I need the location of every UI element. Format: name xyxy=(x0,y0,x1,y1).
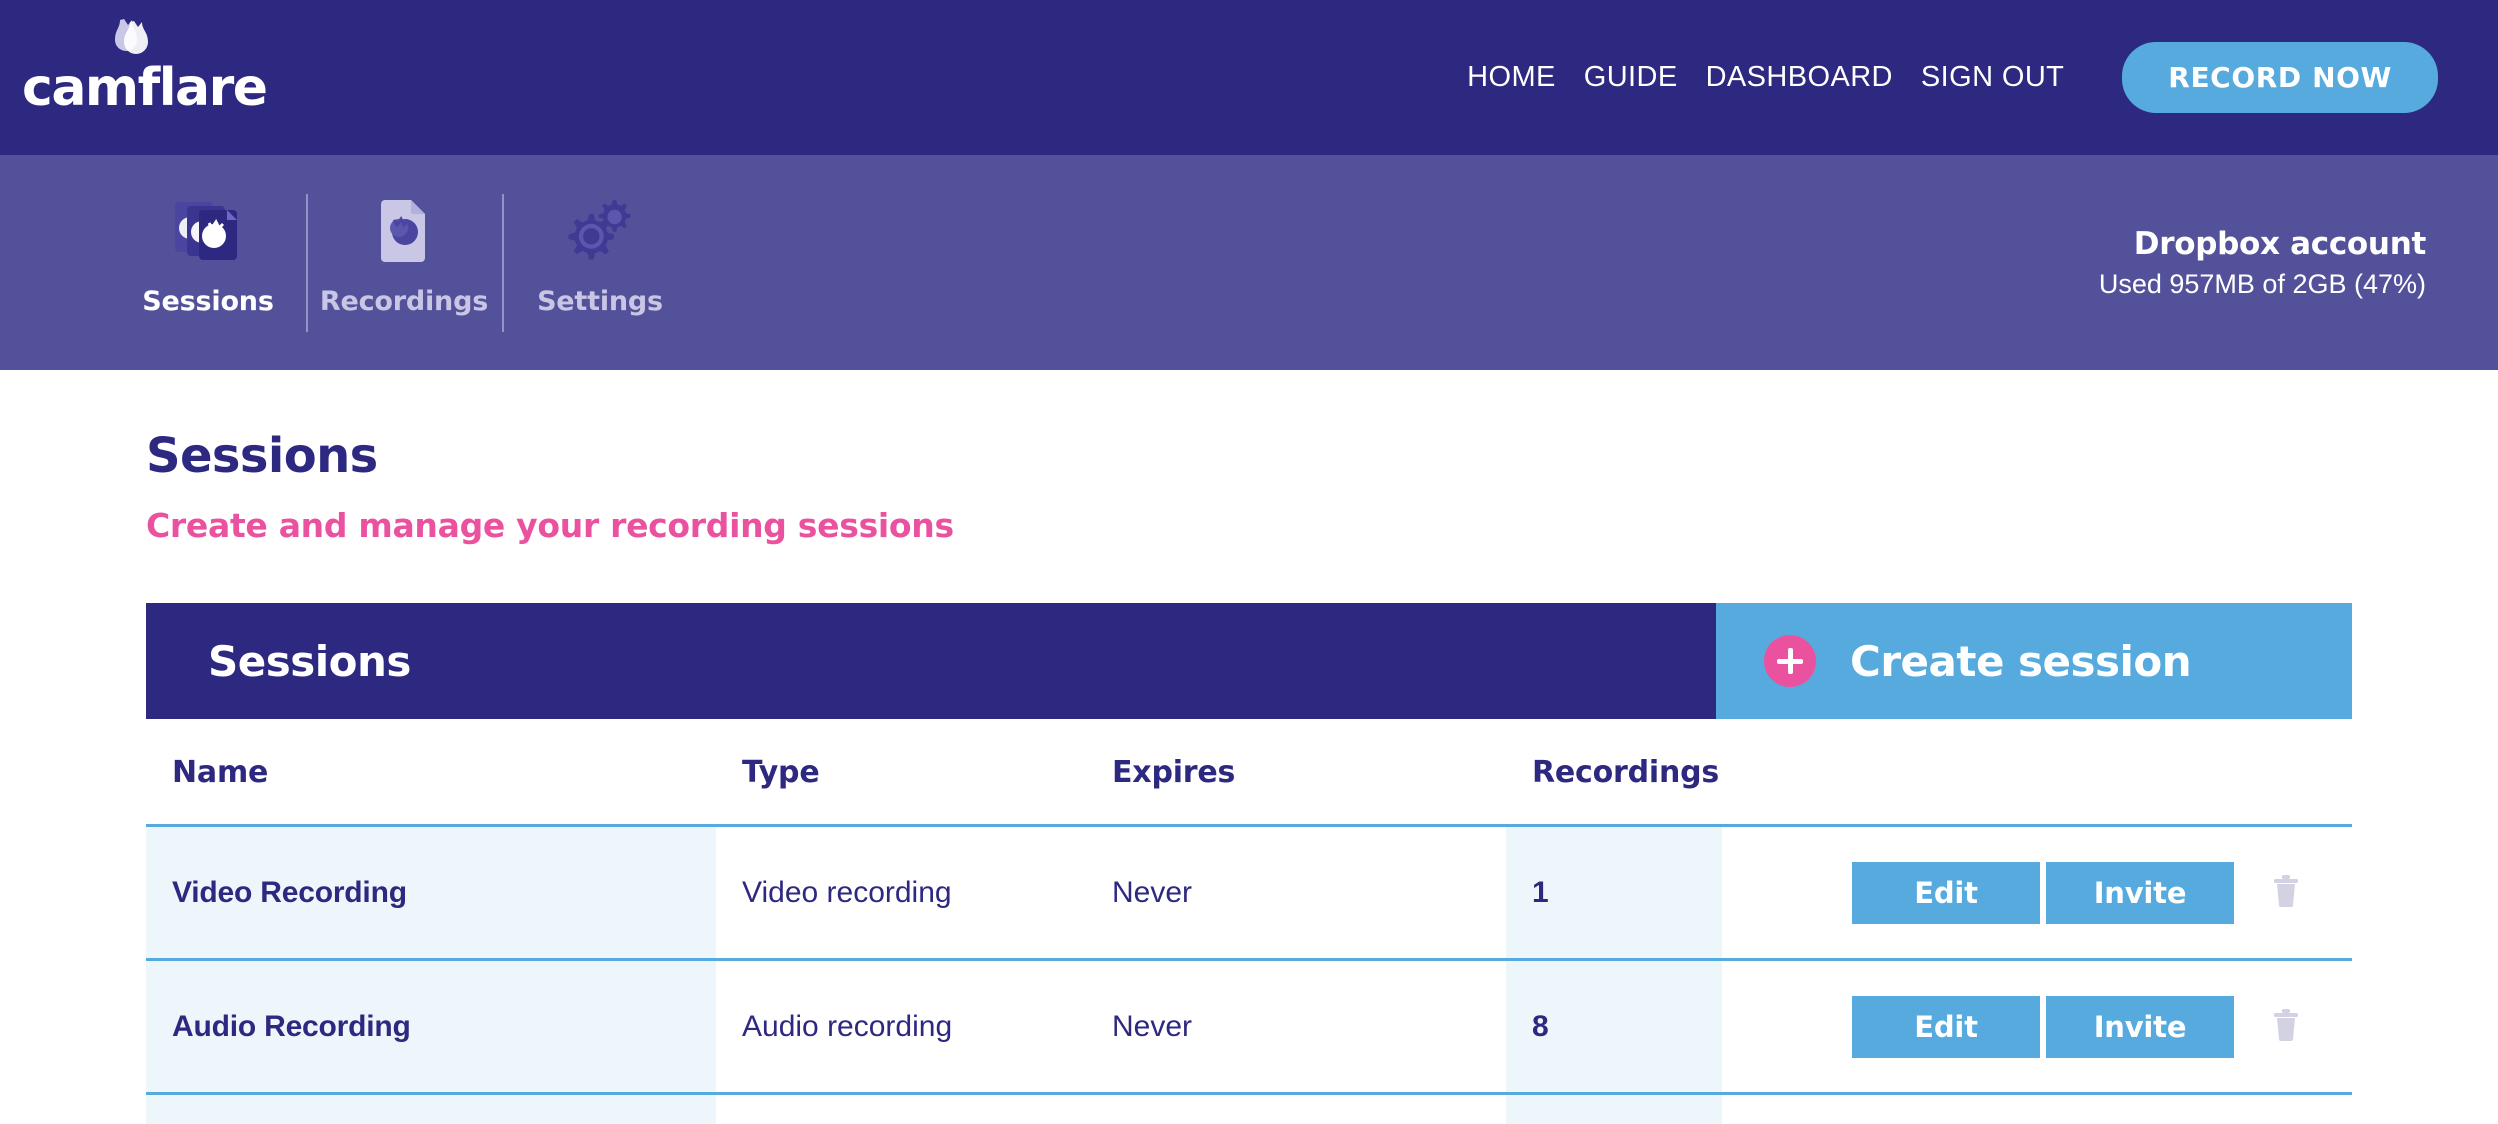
column-header-actions xyxy=(1722,719,2352,826)
cell-actions: Edit Invite xyxy=(1722,825,2352,960)
edit-button[interactable]: Edit xyxy=(1852,861,2040,924)
dropbox-account-title: Dropbox account xyxy=(2133,225,2427,262)
subnav-label-settings: Settings xyxy=(537,285,663,317)
cell-expires xyxy=(1086,1093,1506,1124)
column-header-recordings: Recordings xyxy=(1506,719,1722,826)
cell-type: Audio recording xyxy=(716,959,1086,1094)
plus-icon xyxy=(1764,635,1816,687)
cell-recordings xyxy=(1506,1093,1722,1124)
panel-heading: Sessions xyxy=(146,603,1716,719)
panel-header: Sessions Create session xyxy=(146,603,2352,719)
delete-icon xyxy=(2272,1008,2300,1045)
page-subtitle: Create and manage your recording session… xyxy=(146,506,954,545)
table-row[interactable]: Video Recording Video recording Never 1 … xyxy=(146,825,2352,960)
sessions-panel: Sessions Create session Name Type Expire… xyxy=(146,603,2352,1124)
cell-name: Video Recording xyxy=(146,825,716,960)
table-header-row: Name Type Expires Recordings xyxy=(146,719,2352,826)
record-now-button[interactable]: RECORD NOW xyxy=(2122,42,2438,113)
subnav-item-sessions[interactable]: Sessions xyxy=(110,188,306,338)
row-actions: Edit Invite xyxy=(1722,995,2352,1058)
cell-actions xyxy=(1722,1093,2352,1124)
delete-icon xyxy=(2272,874,2300,911)
column-header-name: Name xyxy=(146,719,716,826)
primary-nav: HOME GUIDE DASHBOARD SIGN OUT RECORD NOW xyxy=(1453,0,2498,155)
dropbox-account-info: Dropbox account Used 957MB of 2GB (47%) xyxy=(2099,224,2426,300)
cell-expires: Never xyxy=(1086,825,1506,960)
cell-name: Audio Recording xyxy=(146,959,716,1094)
cell-actions: Edit Invite xyxy=(1722,959,2352,1094)
brand-logo[interactable]: camflare xyxy=(22,14,268,124)
nav-home[interactable]: HOME xyxy=(1453,61,1570,94)
main-content: Sessions Create and manage your recordin… xyxy=(0,428,2498,1124)
cell-name xyxy=(146,1093,716,1124)
table-row[interactable] xyxy=(146,1093,2352,1124)
nav-guide[interactable]: GUIDE xyxy=(1570,61,1692,94)
top-header: camflare HOME GUIDE DASHBOARD SIGN OUT R… xyxy=(0,0,2498,155)
brand-name: camflare xyxy=(22,58,268,118)
nav-sign-out[interactable]: SIGN OUT xyxy=(1907,61,2078,94)
cell-recordings: 8 xyxy=(1506,959,1722,1094)
sessions-stack-icon xyxy=(169,188,247,270)
subnav-label-sessions: Sessions xyxy=(142,285,274,317)
column-header-expires: Expires xyxy=(1086,719,1506,826)
sessions-table: Name Type Expires Recordings Video Recor… xyxy=(146,719,2352,1124)
cell-type: Video recording xyxy=(716,825,1086,960)
table-row[interactable]: Audio Recording Audio recording Never 8 … xyxy=(146,959,2352,1094)
invite-button[interactable]: Invite xyxy=(2046,861,2234,924)
row-actions: Edit Invite xyxy=(1722,861,2352,924)
page-title: Sessions xyxy=(146,428,378,484)
subnav-item-settings[interactable]: Settings xyxy=(502,188,698,338)
subnav-item-list: Sessions Recordings Settings xyxy=(110,188,698,338)
dropbox-account-usage: Used 957MB of 2GB (47%) xyxy=(2098,269,2426,300)
column-header-type: Type xyxy=(716,719,1086,826)
delete-button[interactable] xyxy=(2258,996,2314,1058)
cell-type xyxy=(716,1093,1086,1124)
secondary-nav: Sessions Recordings Settings Dropbox acc… xyxy=(0,155,2498,370)
create-session-button[interactable]: Create session xyxy=(1716,603,2352,719)
recording-file-icon xyxy=(365,188,443,270)
invite-button[interactable]: Invite xyxy=(2046,995,2234,1058)
subnav-item-recordings[interactable]: Recordings xyxy=(306,188,502,338)
gears-icon xyxy=(561,188,639,270)
cell-recordings: 1 xyxy=(1506,825,1722,960)
cell-expires: Never xyxy=(1086,959,1506,1094)
delete-button[interactable] xyxy=(2258,862,2314,924)
nav-dashboard[interactable]: DASHBOARD xyxy=(1692,61,1907,94)
create-session-label: Create session xyxy=(1850,636,2192,686)
edit-button[interactable]: Edit xyxy=(1852,995,2040,1058)
table-body: Video Recording Video recording Never 1 … xyxy=(146,825,2352,1124)
subnav-label-recordings: Recordings xyxy=(319,285,489,317)
table-header: Name Type Expires Recordings xyxy=(146,719,2352,826)
